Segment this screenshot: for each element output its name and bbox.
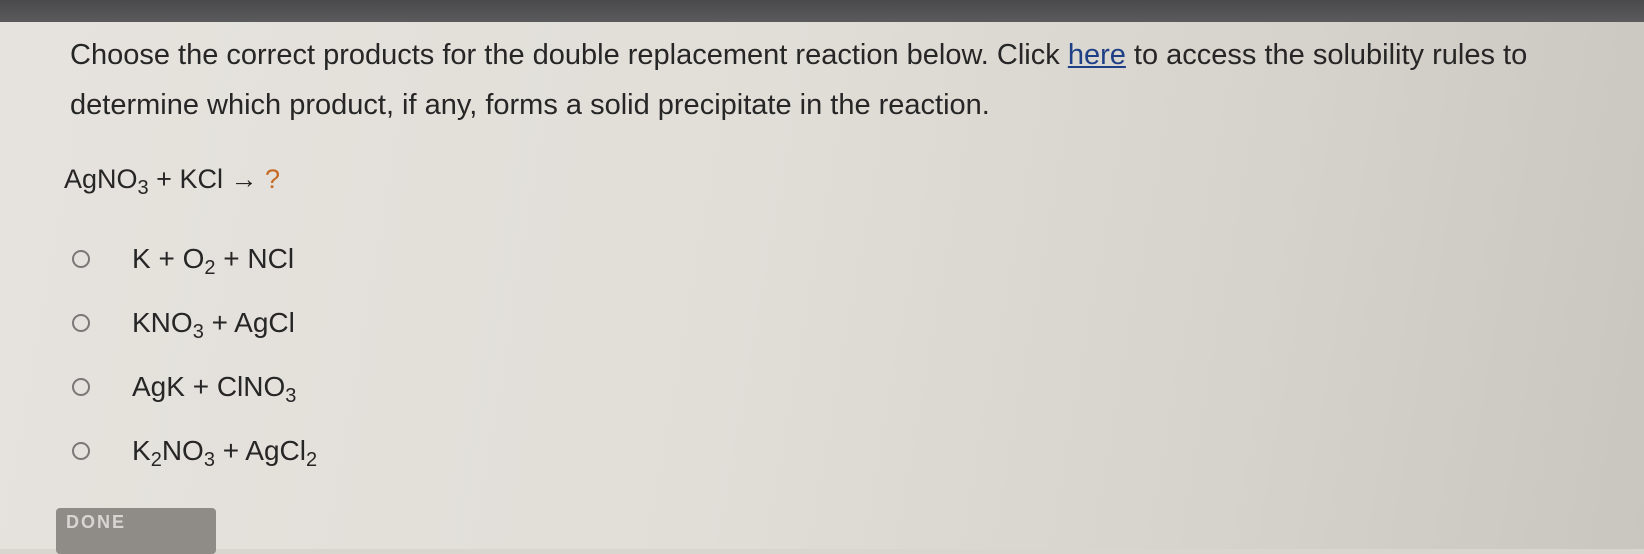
answer-options: K + O2 + NCl KNO3 + AgCl AgK + ClNO3 K2N… xyxy=(72,227,317,483)
option-4-sub-b: 3 xyxy=(203,449,215,471)
radio-button[interactable] xyxy=(72,378,90,396)
question-prompt: Choose the correct products for the doub… xyxy=(70,30,1610,130)
option-3-sub-a: 3 xyxy=(285,385,297,407)
option-3-text-a: AgK + ClNO xyxy=(132,371,286,402)
plus-sign: + xyxy=(156,164,172,194)
option-1-text-a: K + O xyxy=(132,243,205,274)
unknown-product: ? xyxy=(265,164,281,194)
radio-button[interactable] xyxy=(72,250,90,268)
reactant-2: KCl xyxy=(179,164,223,194)
option-1-label: K + O2 + NCl xyxy=(132,243,295,278)
option-4-sub-c: 2 xyxy=(306,449,318,471)
reaction-equation: AgNO3 + KCl → ? xyxy=(64,164,281,198)
reactant-1: AgNO xyxy=(64,164,138,194)
option-2-text-a: KNO xyxy=(132,307,193,338)
option-2-label: KNO3 + AgCl xyxy=(132,307,295,342)
option-2-text-b: + AgCl xyxy=(203,307,295,338)
reactant-1-subscript: 3 xyxy=(137,177,149,199)
done-button[interactable]: DONE xyxy=(56,508,216,554)
radio-button[interactable] xyxy=(72,442,90,460)
reaction-arrow: → xyxy=(230,164,258,194)
option-1-text-b: + NCl xyxy=(215,243,295,274)
option-1-sub-a: 2 xyxy=(204,257,216,279)
option-2-sub-a: 3 xyxy=(192,321,204,343)
answer-option-2[interactable]: KNO3 + AgCl xyxy=(72,291,317,355)
question-page: Choose the correct products for the doub… xyxy=(0,22,1644,549)
radio-button[interactable] xyxy=(72,314,90,332)
answer-option-3[interactable]: AgK + ClNO3 xyxy=(72,355,317,419)
option-4-text-c: + AgCl xyxy=(214,435,306,466)
option-4-text-b: NO xyxy=(161,435,204,466)
option-4-text-a: K xyxy=(132,435,151,466)
solubility-rules-link[interactable]: here xyxy=(1068,39,1126,71)
question-text-start: Choose the correct products for the doub… xyxy=(70,39,1068,71)
option-4-sub-a: 2 xyxy=(150,449,162,471)
option-4-label: K2NO3 + AgCl2 xyxy=(132,435,317,470)
answer-option-1[interactable]: K + O2 + NCl xyxy=(72,227,317,291)
answer-option-4[interactable]: K2NO3 + AgCl2 xyxy=(72,419,317,483)
option-3-label: AgK + ClNO3 xyxy=(132,371,296,406)
